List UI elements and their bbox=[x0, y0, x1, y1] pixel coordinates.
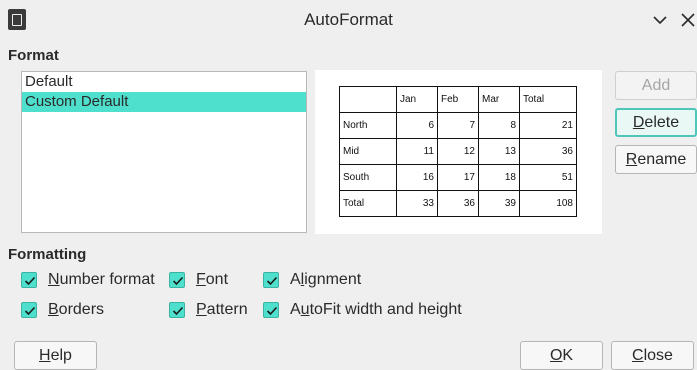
label-post: toFit width and height bbox=[309, 301, 462, 318]
format-section-label: Format bbox=[8, 47, 59, 64]
checkmark-icon[interactable] bbox=[169, 272, 185, 288]
label-mnemonic: P bbox=[196, 301, 207, 318]
checkmark-icon[interactable] bbox=[169, 302, 185, 318]
preview-table: Jan Feb Mar Total North 6 7 8 21 Mid 11 … bbox=[339, 86, 577, 217]
table-cell: Total bbox=[519, 86, 577, 113]
rename-button[interactable]: Rename bbox=[615, 145, 697, 174]
alignment-label: Alignment bbox=[290, 271, 361, 289]
window-title: AutoFormat bbox=[304, 10, 393, 29]
close-label-post: lose bbox=[643, 347, 673, 364]
rename-label-post: ename bbox=[637, 151, 687, 168]
chevron-down-icon[interactable] bbox=[649, 9, 671, 31]
borders-label: Borders bbox=[48, 301, 104, 319]
table-cell: 36 bbox=[519, 138, 577, 165]
table-cell: Mid bbox=[339, 138, 397, 165]
formatting-section-label: Formatting bbox=[8, 246, 87, 263]
table-row: Mid 11 12 13 36 bbox=[339, 138, 577, 165]
help-label-post: elp bbox=[50, 347, 72, 364]
ok-button[interactable]: OK bbox=[520, 341, 603, 370]
delete-label-post: elete bbox=[644, 114, 680, 131]
table-cell: Jan bbox=[396, 86, 438, 113]
table-cell: 18 bbox=[478, 164, 520, 191]
rename-label-mnemonic: R bbox=[625, 151, 638, 168]
help-label-mnemonic: H bbox=[39, 347, 51, 364]
table-cell: 33 bbox=[396, 190, 438, 217]
close-button[interactable]: Close bbox=[611, 341, 694, 370]
table-cell: 51 bbox=[519, 164, 577, 191]
label-post: umber format bbox=[59, 271, 155, 288]
delete-label-mnemonic: D bbox=[632, 114, 645, 131]
label-post: orders bbox=[58, 301, 105, 318]
table-cell: 7 bbox=[437, 112, 479, 139]
table-row: Total 33 36 39 108 bbox=[339, 190, 577, 217]
font-label: Font bbox=[196, 271, 228, 289]
table-cell: 12 bbox=[437, 138, 479, 165]
table-cell: 16 bbox=[396, 164, 438, 191]
checkmark-icon[interactable] bbox=[21, 272, 37, 288]
table-cell: 8 bbox=[478, 112, 520, 139]
table-row: South 16 17 18 51 bbox=[339, 164, 577, 191]
list-item-custom-default[interactable]: Custom Default bbox=[22, 92, 306, 112]
table-cell: 17 bbox=[437, 164, 479, 191]
checkmark-icon[interactable] bbox=[263, 272, 279, 288]
add-button[interactable]: Add bbox=[615, 71, 697, 100]
pattern-label: Pattern bbox=[196, 301, 248, 319]
table-cell: 11 bbox=[396, 138, 438, 165]
label-mnemonic: B bbox=[48, 301, 59, 318]
table-cell: South bbox=[339, 164, 397, 191]
table-cell: Total bbox=[339, 190, 397, 217]
autoformat-preview: Jan Feb Mar Total North 6 7 8 21 Mid 11 … bbox=[315, 70, 602, 234]
delete-button[interactable]: Delete bbox=[615, 108, 697, 137]
label-mnemonic: u bbox=[300, 301, 310, 318]
label-pre: A bbox=[290, 301, 301, 318]
label-post: attern bbox=[206, 301, 248, 318]
table-cell: Mar bbox=[478, 86, 520, 113]
table-cell bbox=[339, 86, 397, 113]
label-mnemonic: F bbox=[196, 271, 206, 288]
label-post: ont bbox=[205, 271, 229, 288]
table-cell: 13 bbox=[478, 138, 520, 165]
close-label-mnemonic: C bbox=[632, 347, 644, 364]
table-cell: 6 bbox=[396, 112, 438, 139]
help-button[interactable]: Help bbox=[14, 341, 97, 370]
table-cell: North bbox=[339, 112, 397, 139]
table-row: North 6 7 8 21 bbox=[339, 112, 577, 139]
label-mnemonic: N bbox=[48, 271, 60, 288]
title-bar: AutoFormat bbox=[0, 0, 697, 40]
table-cell: 36 bbox=[437, 190, 479, 217]
table-cell: 108 bbox=[519, 190, 577, 217]
ok-label-mnemonic: O bbox=[549, 347, 563, 364]
table-cell: 39 bbox=[478, 190, 520, 217]
number-format-label: Number format bbox=[48, 271, 155, 289]
table-row: Jan Feb Mar Total bbox=[339, 86, 577, 113]
ok-label-post: K bbox=[562, 347, 574, 364]
checkmark-icon[interactable] bbox=[21, 302, 37, 318]
table-cell: Feb bbox=[437, 86, 479, 113]
format-listbox[interactable]: Default Custom Default bbox=[21, 71, 307, 233]
table-cell: 21 bbox=[519, 112, 577, 139]
checkmark-icon[interactable] bbox=[263, 302, 279, 318]
label-pre: A bbox=[290, 271, 301, 288]
autofit-label: AutoFit width and height bbox=[290, 301, 462, 319]
label-post: ignment bbox=[304, 271, 362, 288]
list-item-default[interactable]: Default bbox=[22, 72, 306, 92]
close-icon[interactable] bbox=[677, 9, 697, 31]
